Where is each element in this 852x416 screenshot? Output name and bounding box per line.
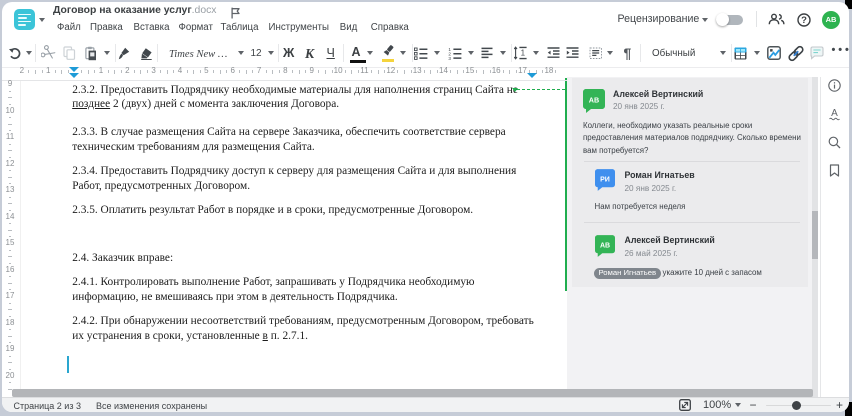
svg-text:3: 3: [448, 56, 451, 60]
svg-text:1: 1: [521, 49, 526, 58]
svg-text:А: А: [831, 108, 838, 119]
svg-text:?: ?: [801, 15, 807, 26]
svg-text:АВ: АВ: [600, 242, 610, 249]
svg-text:РИ: РИ: [600, 176, 610, 183]
svg-text:АВ: АВ: [589, 95, 599, 104]
